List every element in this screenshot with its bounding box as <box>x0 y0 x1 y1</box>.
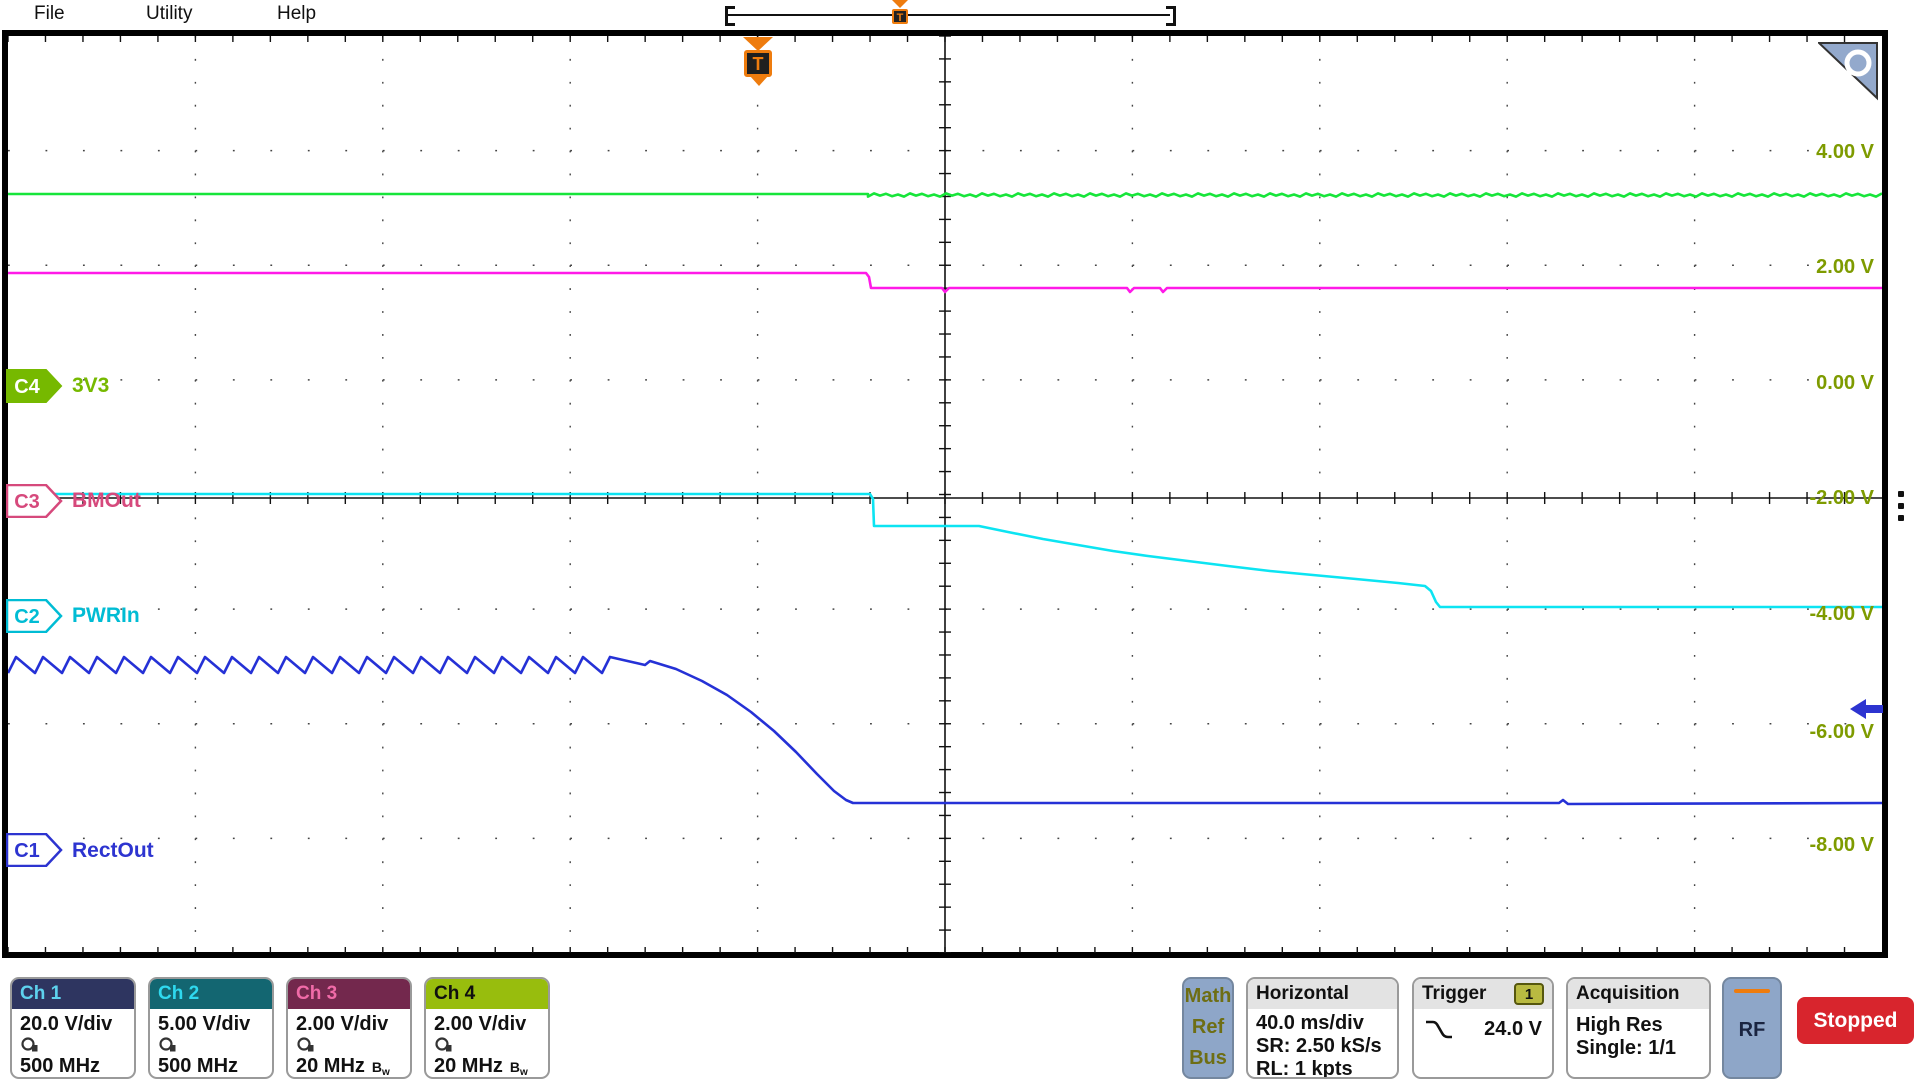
scale-label: -8.00 V <box>1809 834 1874 856</box>
record-view-right-bracket <box>1166 6 1176 26</box>
record-view-left-bracket <box>725 6 735 26</box>
channel-badge-c2-label: C2 <box>14 606 40 628</box>
scale-label: 4.00 V <box>1816 141 1874 163</box>
probe-icon <box>159 1037 176 1052</box>
ch3-header[interactable]: Ch 3 <box>288 979 410 1009</box>
menu-help[interactable]: Help <box>277 1 316 27</box>
menu-file[interactable]: File <box>34 1 65 27</box>
falling-edge-icon <box>1426 1020 1452 1039</box>
trigger-level-value: 24.0 V <box>1484 1017 1542 1040</box>
ch4-bandwidth: 20 MHz Bw <box>434 1055 528 1078</box>
ch1-header[interactable]: Ch 1 <box>12 979 134 1009</box>
channel-badge-c1-label: C1 <box>14 840 40 862</box>
ch3-settings-box[interactable]: Ch 3 2.00 V/div 20 MHz Bw <box>286 977 412 1079</box>
rf-label: RF <box>1738 1019 1766 1041</box>
channel-badge-c3-label: C3 <box>14 491 40 513</box>
menu-utility[interactable]: Utility <box>146 1 192 27</box>
trigger-title: Trigger <box>1422 983 1487 1004</box>
probe-icon <box>297 1037 314 1052</box>
ch1-bandwidth: 500 MHz <box>20 1055 101 1077</box>
trigger-minimap-arrow-icon[interactable] <box>892 0 908 8</box>
acquisition-title: Acquisition <box>1568 979 1709 1009</box>
waveform-layer <box>8 192 1882 806</box>
channel-label-3v3[interactable]: 3V3 <box>72 373 109 399</box>
ch2-scale: 5.00 V/div <box>158 1013 251 1035</box>
channel-badge-c2[interactable]: C2 <box>6 599 64 633</box>
probe-icon <box>435 1037 452 1052</box>
rf-accent-line <box>1734 989 1770 993</box>
trigger-arrow-icon <box>743 37 773 51</box>
channel-label-bmout[interactable]: BMOut <box>72 488 141 514</box>
trigger-tip-icon <box>750 76 768 86</box>
ch2-header[interactable]: Ch 2 <box>150 979 272 1009</box>
scale-label: -2.00 V <box>1809 487 1874 509</box>
ch3-scale: 2.00 V/div <box>296 1013 389 1035</box>
trigger-source-badge[interactable]: 1 <box>1514 983 1544 1005</box>
trace-rectout <box>8 655 1882 806</box>
acquisition-panel[interactable]: Acquisition High Res Single: 1/1 <box>1566 977 1711 1079</box>
trace-bmout <box>8 271 1882 294</box>
horizontal-panel[interactable]: Horizontal 40.0 ms/div SR: 2.50 kS/s RL:… <box>1246 977 1399 1079</box>
horizontal-scale: 40.0 ms/div <box>1256 1012 1364 1034</box>
record-view-line <box>728 14 1170 16</box>
acquisition-count: Single: 1/1 <box>1576 1037 1677 1059</box>
zoom-corner-button[interactable] <box>1818 40 1884 104</box>
acquisition-mode: High Res <box>1576 1014 1663 1036</box>
channel-badge-c1[interactable]: C1 <box>6 833 64 867</box>
ch4-scale: 2.00 V/div <box>434 1013 527 1035</box>
channel-label-pwrin[interactable]: PWRIn <box>72 603 140 629</box>
channel-badge-c4-label: C4 <box>14 376 40 398</box>
trigger-panel[interactable]: Trigger 1 24.0 V <box>1412 977 1554 1079</box>
ch2-settings-box[interactable]: Ch 2 5.00 V/div 500 MHz <box>148 977 274 1079</box>
ch3-bandwidth: 20 MHz Bw <box>296 1055 390 1078</box>
horizontal-title: Horizontal <box>1248 979 1397 1009</box>
scale-label: -6.00 V <box>1809 721 1874 743</box>
ch2-bandwidth: 500 MHz <box>158 1055 239 1077</box>
acquisition-status-badge[interactable]: Stopped <box>1797 997 1914 1044</box>
scale-label: 2.00 V <box>1816 256 1874 278</box>
channel-badge-c3[interactable]: C3 <box>6 484 64 518</box>
right-edge-handle[interactable] <box>1898 491 1906 527</box>
trigger-badge[interactable]: T <box>744 50 772 77</box>
ch4-header[interactable]: Ch 4 <box>426 979 548 1009</box>
scale-label: 0.00 V <box>1816 372 1874 394</box>
rf-button[interactable]: RF <box>1722 977 1782 1079</box>
trigger-level-arrow-icon[interactable] <box>1850 698 1884 720</box>
probe-icon <box>21 1037 38 1052</box>
ch1-settings-box[interactable]: Ch 1 20.0 V/div 500 MHz <box>10 977 136 1079</box>
channel-label-rectout[interactable]: RectOut <box>72 838 154 864</box>
oscilloscope-app: File Utility Help T T 4.00 V 2.00 V 0.00… <box>0 0 1920 1080</box>
trace-pwrin <box>8 492 1882 609</box>
ch1-scale: 20.0 V/div <box>20 1013 113 1035</box>
trace-3v3 <box>8 192 1882 198</box>
math-ref-bus-button[interactable]: Math Ref Bus <box>1182 977 1234 1079</box>
trigger-minimap-marker[interactable]: T <box>892 9 908 24</box>
scale-label: -4.00 V <box>1809 603 1874 625</box>
ch4-settings-box[interactable]: Ch 4 2.00 V/div 20 MHz Bw <box>424 977 550 1079</box>
horizontal-record-length: RL: 1 kpts <box>1256 1058 1353 1079</box>
horizontal-sample-rate: SR: 2.50 kS/s <box>1256 1035 1382 1057</box>
channel-badge-c4[interactable]: C4 <box>6 369 64 403</box>
